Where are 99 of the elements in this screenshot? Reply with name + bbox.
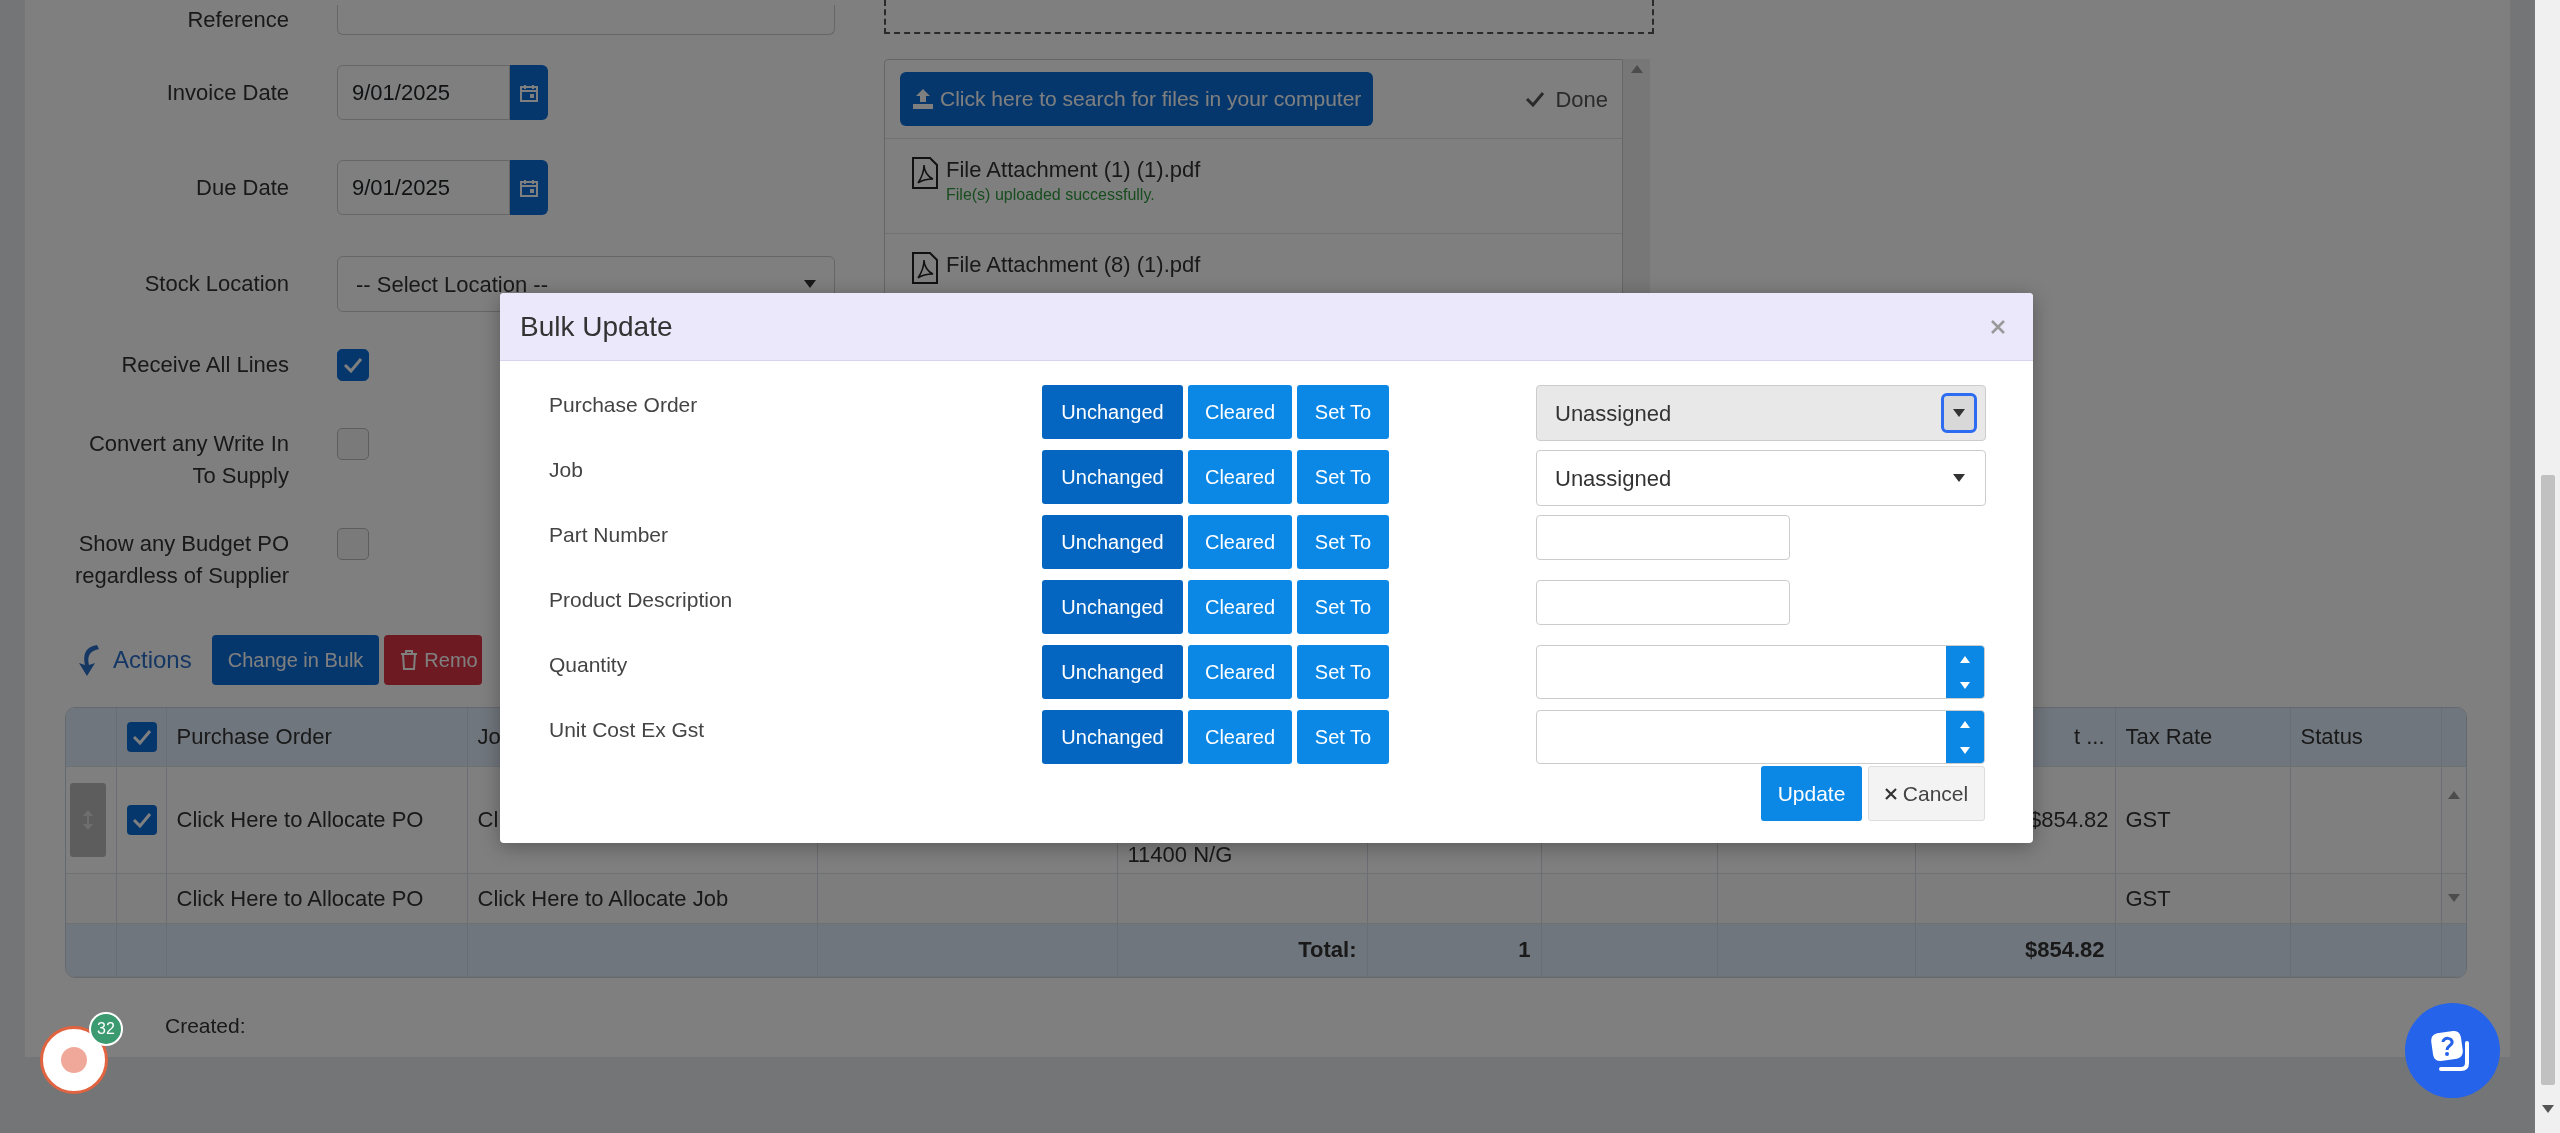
mode-button[interactable]: Set To	[1297, 580, 1389, 634]
select-all-checkbox[interactable]	[126, 721, 157, 752]
mode-button[interactable]: Unchanged	[1042, 710, 1183, 764]
mode-button[interactable]: Cleared	[1188, 645, 1292, 699]
column-header[interactable]: Jo	[477, 724, 501, 750]
mode-button[interactable]: Unchanged	[1042, 645, 1183, 699]
field-label: Unit Cost Ex Gst	[549, 717, 706, 743]
mode-button[interactable]: Cleared	[1188, 450, 1292, 504]
mode-button[interactable]: Set To	[1297, 515, 1389, 569]
scroll-down-icon	[2447, 893, 2460, 902]
total-cell: Total:	[1298, 937, 1357, 962]
text-field[interactable]	[1536, 580, 1790, 625]
actions-label: Actions	[113, 645, 192, 675]
field-label: Receive All Lines	[120, 351, 289, 379]
caret-icon	[804, 280, 816, 288]
caret-down-icon	[1960, 746, 1970, 754]
field-label: Job	[549, 457, 584, 483]
number-field[interactable]	[1536, 710, 1985, 764]
caret-down-icon	[1960, 681, 1970, 689]
created-label: Created:	[165, 1012, 247, 1039]
calendar-icon	[520, 178, 538, 197]
checkbox[interactable]	[337, 528, 369, 560]
text-field[interactable]	[1536, 515, 1790, 560]
field-label: Due Date	[195, 173, 289, 202]
table-cell[interactable]: Click Here to Allocate PO	[176, 885, 424, 911]
mode-button[interactable]: Cleared	[1188, 515, 1292, 569]
pdf-file-icon	[912, 157, 938, 189]
field-label: Convert any Write In To Supply	[87, 430, 289, 490]
caret-icon	[1953, 409, 1965, 417]
dialog-title: Bulk Update	[520, 309, 673, 344]
table-cell[interactable]: Cl	[477, 807, 499, 832]
scroll-down-icon	[2541, 1105, 2554, 1113]
caret-up-icon	[1960, 720, 1970, 728]
upload-status: File(s) uploaded successfully.	[946, 185, 1156, 205]
field-label: Quantity	[549, 652, 629, 678]
mode-button[interactable]: Unchanged	[1042, 450, 1183, 504]
field-label: Invoice Date	[165, 78, 289, 107]
row-checkbox[interactable]	[126, 804, 157, 835]
drop-zone[interactable]	[884, 0, 1654, 34]
spinner[interactable]	[1946, 711, 1984, 763]
mode-button[interactable]: Set To	[1297, 710, 1389, 764]
reference-field[interactable]	[337, 5, 835, 35]
field-label: Purchase Order	[549, 392, 699, 418]
trash-icon	[400, 650, 419, 670]
calendar-button[interactable]	[510, 160, 548, 215]
date-field[interactable]: 9/01/2025	[337, 65, 510, 120]
field-label: Product Description	[549, 587, 734, 613]
file-name[interactable]: File Attachment (8) (1).pdf	[946, 252, 1201, 278]
checkbox[interactable]	[337, 428, 369, 460]
table-cell: GST	[2125, 885, 2171, 911]
drag-handle[interactable]	[70, 782, 106, 857]
upload-button[interactable]: Click here to search for files in your computer	[900, 72, 1374, 126]
mode-button[interactable]: Cleared	[1188, 580, 1292, 634]
column-header[interactable]: Status	[2300, 724, 2363, 750]
checkmark-icon	[131, 811, 152, 828]
field-label: Stock Location	[143, 270, 289, 298]
scroll-up-icon	[1630, 65, 1643, 73]
field-label: Part Number	[549, 522, 670, 548]
mode-button[interactable]: Set To	[1297, 385, 1389, 439]
total-cell: $854.82	[2024, 937, 2105, 962]
number-field[interactable]	[1536, 645, 1985, 699]
field-label: Show any Budget PO regardless of Supplier	[74, 530, 289, 590]
update-button[interactable]: Update	[1761, 766, 1862, 821]
dropdown[interactable]: Unassigned	[1536, 450, 1986, 506]
calendar-button[interactable]	[510, 65, 548, 120]
caret-icon	[1953, 474, 1965, 482]
checkbox[interactable]	[337, 349, 369, 381]
field-label: Reference	[186, 6, 289, 34]
mode-button[interactable]: Cleared	[1188, 385, 1292, 439]
date-field[interactable]: 9/01/2025	[337, 160, 510, 215]
calendar-icon	[520, 83, 538, 102]
mode-button[interactable]: Set To	[1297, 645, 1389, 699]
total-cell: 1	[1518, 937, 1531, 962]
change-in-bulk-button[interactable]: Change in Bulk	[211, 635, 380, 685]
mode-button[interactable]: Unchanged	[1042, 385, 1183, 439]
upload-icon	[912, 88, 934, 110]
checkmark-icon	[131, 728, 152, 745]
checkmark-icon	[1525, 91, 1546, 107]
checkmark-icon	[343, 357, 363, 373]
table-cell[interactable]: Click Here to Allocate PO	[176, 807, 424, 832]
mode-button[interactable]: Unchanged	[1042, 580, 1183, 634]
scrollbar[interactable]	[2535, 0, 2560, 1133]
cancel-button[interactable]: Cancel	[1868, 766, 1985, 821]
table-cell: 11400 N/G	[1127, 841, 1233, 867]
table-cell: GST	[2125, 807, 2171, 832]
table-cell[interactable]: Click Here to Allocate Job	[477, 885, 729, 911]
mode-button[interactable]: Cleared	[1188, 710, 1292, 764]
close-icon	[1884, 787, 1897, 800]
column-header[interactable]: t ...	[2073, 724, 2105, 750]
file-name[interactable]: File Attachment (1) (1).pdf	[946, 157, 1201, 183]
mode-button[interactable]: Set To	[1297, 450, 1389, 504]
mode-button[interactable]: Unchanged	[1042, 515, 1183, 569]
scroll-up-icon	[2447, 790, 2460, 799]
close-icon	[1990, 318, 2006, 335]
done-button[interactable]: Done	[1525, 82, 1608, 116]
pdf-file-icon	[912, 252, 938, 284]
spinner[interactable]	[1946, 646, 1984, 698]
remove-button[interactable]: Remo	[384, 635, 482, 685]
caret-up-icon	[1960, 655, 1970, 663]
